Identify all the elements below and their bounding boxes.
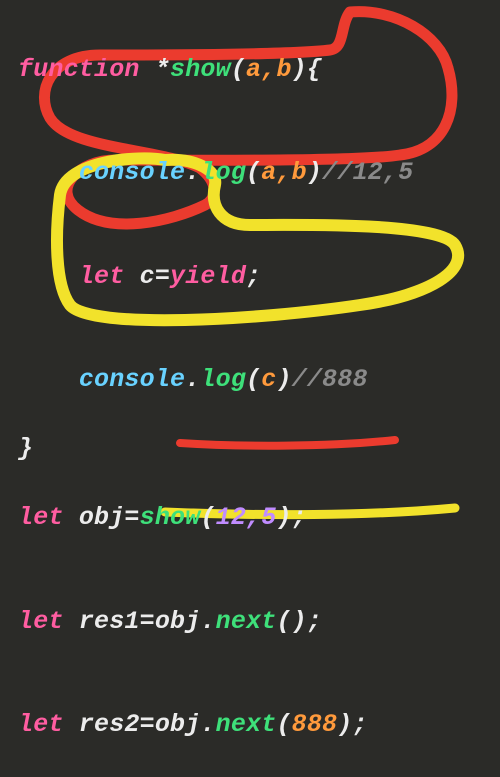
code-line-4: console.log(c)//888 <box>18 363 494 398</box>
keyword-let: let <box>18 710 64 739</box>
semicolon: ; <box>246 262 261 291</box>
paren-open: ( <box>246 158 261 187</box>
code-block: function *show(a,b){ console.log(a,b)//1… <box>0 0 500 777</box>
dot: . <box>200 607 215 636</box>
keyword-function: function <box>18 55 140 84</box>
keyword-yield: yield <box>170 262 246 291</box>
paren-close: ) <box>337 710 352 739</box>
generator-star: * <box>155 55 170 84</box>
code-line-8: let res2=obj.next(888); <box>18 708 494 743</box>
keyword-let: let <box>18 607 64 636</box>
code-line-7: let res1=obj.next(); <box>18 605 494 640</box>
paren-close: ) <box>276 503 291 532</box>
log-method: log <box>200 158 246 187</box>
var-obj: obj <box>79 503 125 532</box>
paren-close: ) <box>292 55 307 84</box>
args-c: c <box>261 365 276 394</box>
brace-open: { <box>307 55 322 84</box>
args-888: 888 <box>292 710 338 739</box>
var-res1: res1 <box>79 607 140 636</box>
dot: . <box>185 365 200 394</box>
paren-open: ( <box>276 607 291 636</box>
code-line-1: function *show(a,b){ <box>18 53 494 88</box>
semicolon: ; <box>307 607 322 636</box>
equals: = <box>140 710 155 739</box>
obj-ref: obj <box>155 710 201 739</box>
brace-close: } <box>18 434 33 463</box>
console-obj: console <box>79 365 185 394</box>
fn-call-show: show <box>140 503 201 532</box>
code-line-5: } <box>18 432 494 467</box>
paren-open: ( <box>246 365 261 394</box>
var-c: c <box>140 262 155 291</box>
equals: = <box>155 262 170 291</box>
code-line-3: let c=yield; <box>18 260 494 295</box>
comment-888: //888 <box>292 365 368 394</box>
comment-125: //12,5 <box>322 158 413 187</box>
code-line-2: console.log(a,b)//12,5 <box>18 156 494 191</box>
var-res2: res2 <box>79 710 140 739</box>
paren-close: ) <box>307 158 322 187</box>
paren-close: ) <box>292 607 307 636</box>
console-obj: console <box>79 158 185 187</box>
params-ab: a,b <box>246 55 292 84</box>
code-line-6: let obj=show(12,5); <box>18 501 494 536</box>
semicolon: ; <box>292 503 307 532</box>
dot: . <box>185 158 200 187</box>
args-125: 12,5 <box>216 503 277 532</box>
keyword-let: let <box>18 503 64 532</box>
next-method: next <box>216 710 277 739</box>
obj-ref: obj <box>155 607 201 636</box>
args-ab: a,b <box>261 158 307 187</box>
paren-open: ( <box>200 503 215 532</box>
next-method: next <box>216 607 277 636</box>
log-method: log <box>200 365 246 394</box>
equals: = <box>124 503 139 532</box>
paren-open: ( <box>231 55 246 84</box>
semicolon: ; <box>352 710 367 739</box>
paren-open: ( <box>276 710 291 739</box>
dot: . <box>200 710 215 739</box>
paren-close: ) <box>276 365 291 394</box>
fn-name-show: show <box>170 55 231 84</box>
equals: = <box>140 607 155 636</box>
keyword-let: let <box>79 262 125 291</box>
